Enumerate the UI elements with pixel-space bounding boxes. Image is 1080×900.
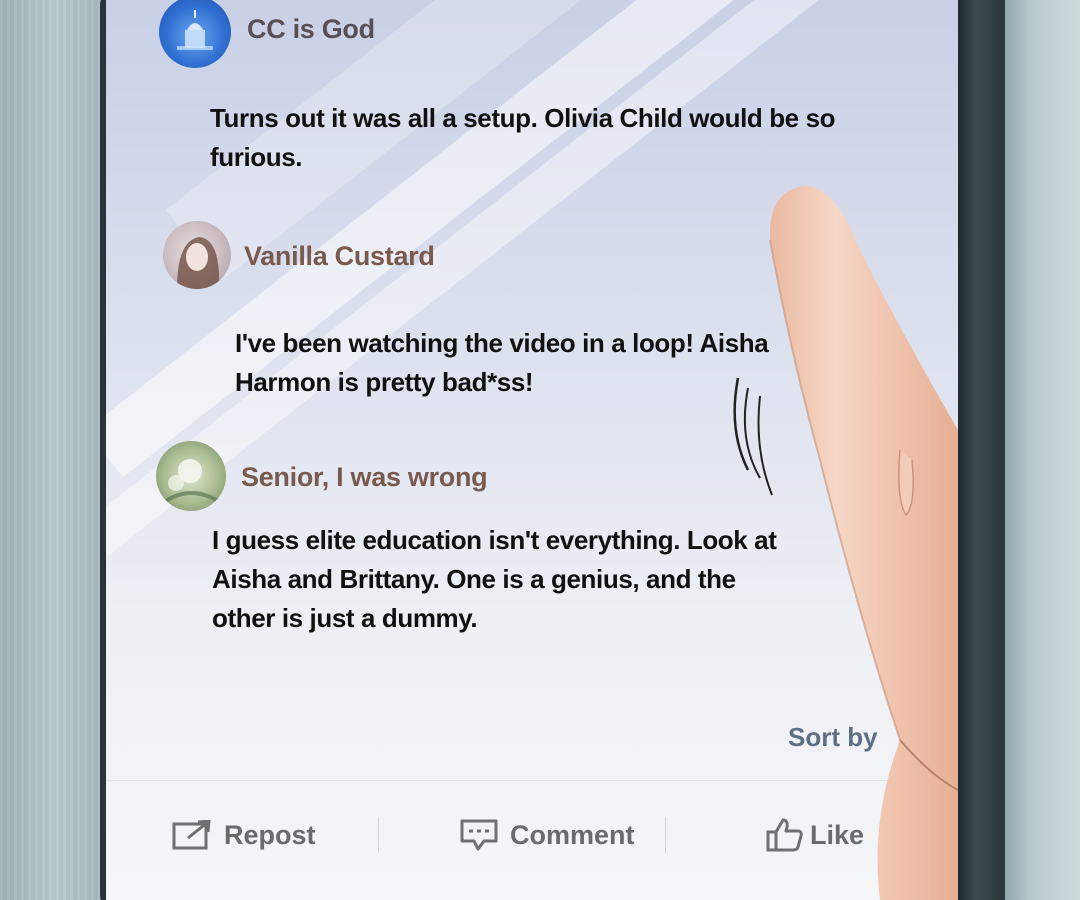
comment-text-line: I guess elite education isn't everything… [212, 525, 777, 555]
like-label: Like [810, 819, 865, 850]
comment-text-line: furious. [210, 142, 303, 172]
comment-text-line: Aisha and Brittany. One is a genius, and… [212, 564, 736, 594]
action-divider [378, 817, 379, 853]
like-button[interactable]: Like [766, 815, 864, 855]
screen-glare [106, 0, 958, 478]
comment-text: I guess elite education isn't everything… [212, 521, 777, 638]
avatar[interactable] [156, 441, 226, 511]
comment-text-line: I've been watching the video in a loop! … [235, 328, 769, 358]
flower-photo-icon [164, 459, 220, 503]
phone-edge [958, 0, 1005, 900]
avatar[interactable] [159, 0, 231, 68]
action-divider [665, 817, 666, 853]
repost-icon [172, 820, 211, 850]
comment-username[interactable]: Senior, I was wrong [241, 462, 488, 493]
comment-button[interactable]: Comment [460, 815, 635, 855]
comment-text-line: Turns out it was all a setup. Olivia Chi… [210, 103, 836, 133]
sort-by-button[interactable]: Sort by [788, 722, 878, 753]
comment-text: I've been watching the video in a loop! … [235, 324, 769, 402]
comment-text-line: other is just a dummy. [212, 603, 478, 633]
thumbs-up-icon [766, 818, 803, 852]
comment-username[interactable]: CC is God [247, 14, 375, 45]
comment-username[interactable]: Vanilla Custard [244, 241, 435, 272]
comment-label: Comment [510, 819, 635, 850]
comment-icon [460, 819, 498, 851]
phone-screen: CC is God Turns out it was all a setup. … [106, 0, 958, 900]
comment-text: Turns out it was all a setup. Olivia Chi… [210, 99, 836, 177]
action-bar: Repost Comment Like [106, 780, 958, 900]
person-portrait-icon [177, 237, 220, 289]
repost-button[interactable]: Repost [172, 815, 316, 855]
background-right-panel [1002, 0, 1080, 900]
repost-label: Repost [224, 819, 316, 850]
building-icon [177, 10, 213, 50]
comment-text-line: Harmon is pretty bad*ss! [235, 367, 534, 397]
avatar[interactable] [163, 221, 231, 289]
